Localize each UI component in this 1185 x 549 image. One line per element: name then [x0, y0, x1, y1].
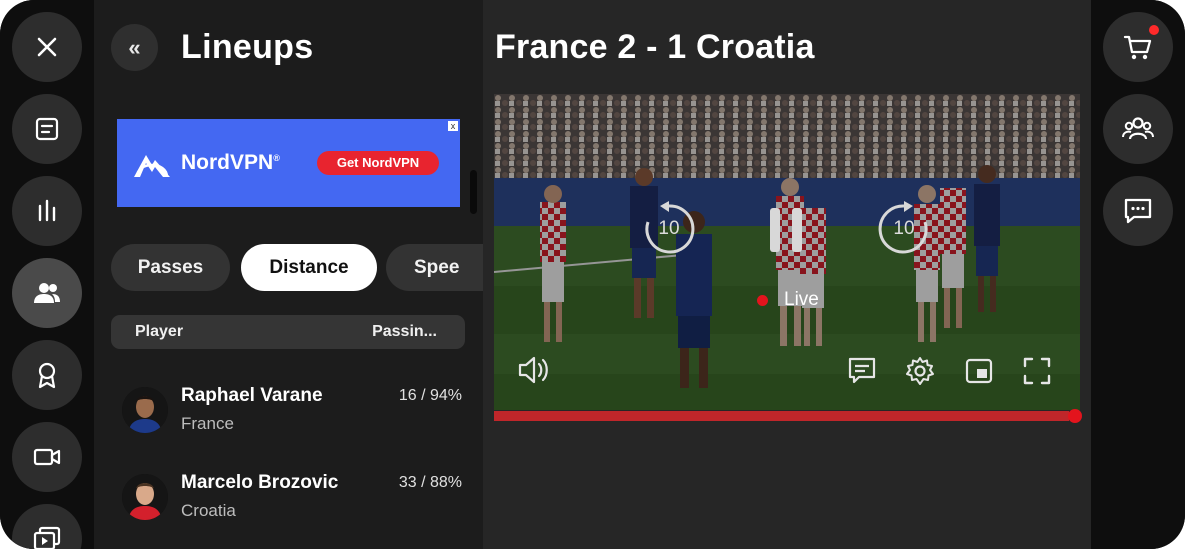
table-row[interactable]: Marcelo Brozovic Croatia 33 / 88%: [122, 472, 462, 542]
users-icon: [34, 283, 60, 303]
fullscreen-button[interactable]: [1021, 355, 1053, 387]
replays-button[interactable]: [12, 504, 82, 549]
panel-title: Lineups: [181, 28, 314, 66]
tab-distance[interactable]: Distance: [241, 244, 377, 291]
shopping-cart-icon: [1123, 35, 1152, 60]
chat-button[interactable]: [1103, 176, 1173, 246]
right-rail: [1091, 0, 1185, 549]
tab-passes[interactable]: Passes: [111, 244, 230, 291]
nordvpn-ad-banner[interactable]: x NordVPN® Get NordVPN: [117, 119, 460, 207]
video-camera-icon: [33, 448, 61, 466]
video-area: France 2 - 1 Croatia 10 10 Live: [483, 0, 1091, 549]
community-button[interactable]: [1103, 94, 1173, 164]
column-passing[interactable]: Passin...: [372, 323, 437, 341]
player-stat: 16 / 94%: [398, 387, 462, 404]
shop-button[interactable]: [1103, 12, 1173, 82]
settings-gear-icon: [906, 357, 934, 385]
stats-button[interactable]: [12, 176, 82, 246]
lineups-button[interactable]: [12, 258, 82, 328]
avatar: [122, 474, 168, 520]
progress-bar[interactable]: [494, 411, 1069, 421]
document-icon: [35, 117, 59, 141]
player-country: Croatia: [181, 501, 236, 520]
stats-bars-icon: [38, 199, 56, 222]
rewind-10-button[interactable]: 10: [640, 200, 698, 258]
close-button[interactable]: [12, 12, 82, 82]
table-header: Player Passin...: [111, 315, 465, 349]
close-icon: [37, 37, 57, 57]
app-window: « Lineups x NordVPN® Get NordVPN Passes …: [0, 0, 1185, 549]
live-label: Live: [784, 289, 819, 310]
picture-in-picture-icon: [965, 358, 993, 384]
highlights-button[interactable]: [12, 422, 82, 492]
pause-button[interactable]: [766, 204, 806, 256]
progress-scrubber[interactable]: [1068, 409, 1082, 423]
live-indicator-dot: [757, 295, 768, 306]
forward-10-button[interactable]: 10: [875, 200, 933, 258]
group-icon: [1122, 117, 1154, 140]
award-ribbon-icon: [38, 362, 56, 389]
subtitles-button[interactable]: [846, 355, 878, 385]
notification-badge: [1149, 25, 1159, 35]
double-chevron-left-icon: «: [128, 34, 141, 60]
player-stat: 33 / 88%: [398, 474, 462, 491]
ad-brand: NordVPN®: [181, 151, 280, 175]
chat-bubble-icon: [1124, 198, 1152, 224]
volume-icon: [518, 356, 548, 384]
ad-trademark: ®: [273, 153, 280, 163]
video-library-icon: [33, 526, 61, 549]
rewind-seconds: 10: [658, 218, 680, 239]
collapse-panel-button[interactable]: «: [111, 24, 158, 71]
match-title: France 2 - 1 Croatia: [495, 28, 815, 66]
table-row[interactable]: Raphael Varane France 16 / 94%: [122, 385, 462, 455]
subtitles-icon: [848, 357, 876, 384]
column-player[interactable]: Player: [135, 323, 183, 341]
player-country: France: [181, 414, 234, 433]
left-rail: [0, 0, 94, 549]
awards-button[interactable]: [12, 340, 82, 410]
tab-speed[interactable]: Spee: [386, 244, 483, 291]
avatar: [122, 387, 168, 433]
picture-in-picture-button[interactable]: [963, 356, 995, 386]
nordvpn-logo-icon: [134, 155, 170, 178]
summary-button[interactable]: [12, 94, 82, 164]
ad-cta-button[interactable]: Get NordVPN: [317, 151, 439, 175]
lineups-panel: « Lineups x NordVPN® Get NordVPN Passes …: [94, 0, 483, 549]
fullscreen-icon: [1023, 357, 1051, 385]
forward-seconds: 10: [893, 218, 915, 239]
settings-button[interactable]: [904, 355, 936, 387]
volume-button[interactable]: [516, 354, 552, 386]
scrollbar-thumb[interactable]: [470, 170, 477, 214]
ad-brand-text: NordVPN: [181, 151, 274, 174]
player-name: Marcelo Brozovic: [181, 472, 339, 493]
pause-icon: [770, 208, 802, 252]
player-name: Raphael Varane: [181, 385, 323, 406]
video-player[interactable]: 10 10 Live: [494, 94, 1080, 410]
ad-close-button[interactable]: x: [448, 121, 458, 131]
